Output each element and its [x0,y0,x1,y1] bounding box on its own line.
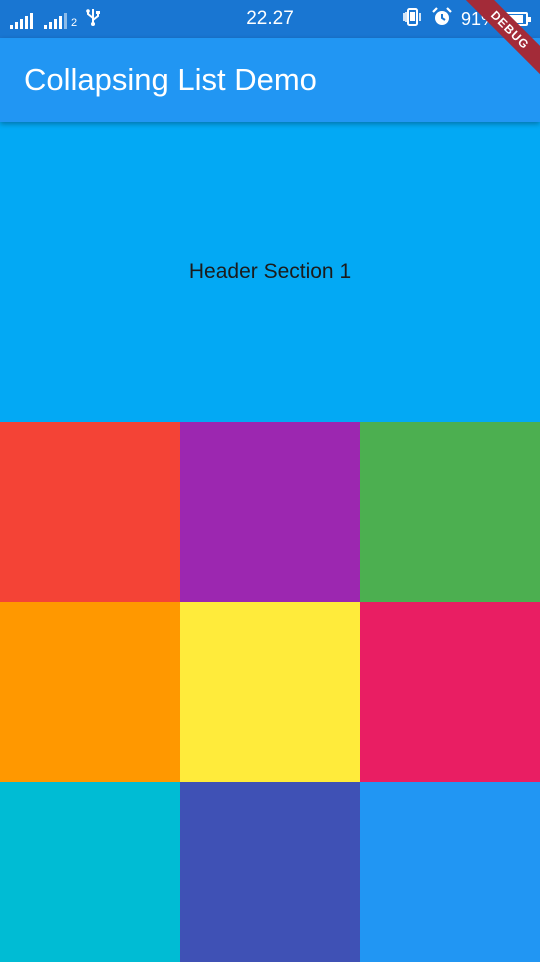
app-title: Collapsing List Demo [24,62,317,97]
header-section: Header Section 1 [0,122,540,422]
status-bar: 2 22.27 91% [0,0,540,38]
color-grid [0,422,540,962]
grid-tile-orange[interactable] [0,602,180,782]
grid-tile-purple[interactable] [180,422,360,602]
grid-tile-red[interactable] [0,422,180,602]
grid-tile-pink[interactable] [360,602,540,782]
alarm-icon [431,6,453,32]
vibrate-icon [401,7,423,32]
grid-tile-yellow[interactable] [180,602,360,782]
grid-tile-green[interactable] [360,422,540,602]
header-section-label: Header Section 1 [188,260,352,283]
grid-tile-blue[interactable] [360,782,540,962]
grid-tile-cyan[interactable] [0,782,180,962]
app-bar: Collapsing List Demo [0,38,540,122]
grid-tile-indigo[interactable] [180,782,360,962]
